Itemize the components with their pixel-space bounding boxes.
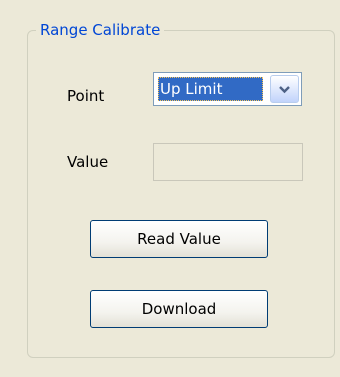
point-select-value[interactable]: Up Limit xyxy=(158,77,263,101)
value-label: Value xyxy=(67,153,109,171)
point-select[interactable]: Up Limit xyxy=(153,72,302,106)
download-button[interactable]: Download xyxy=(90,290,268,328)
value-field xyxy=(153,143,303,181)
dropdown-button[interactable] xyxy=(270,75,299,103)
group-title: Range Calibrate xyxy=(36,20,165,40)
point-label: Point xyxy=(67,87,105,105)
chevron-down-icon xyxy=(279,85,290,93)
read-value-button[interactable]: Read Value xyxy=(90,220,268,258)
